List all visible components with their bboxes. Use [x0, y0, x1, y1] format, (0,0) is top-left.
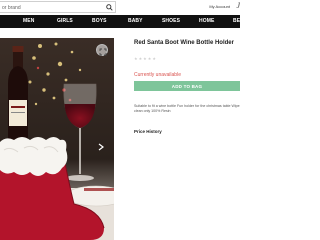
product-page: My Account J MEN GIRLS BOYS BABY SHOES H…	[0, 0, 240, 240]
nav-item-girls[interactable]: GIRLS	[57, 18, 73, 24]
top-bar: My Account J	[0, 0, 240, 15]
rating-stars[interactable]: ★★★★★	[134, 56, 157, 61]
chevron-right-icon	[98, 143, 104, 151]
search-box[interactable]	[0, 1, 116, 13]
product-title: Red Santa Boot Wine Bottle Holder	[134, 40, 234, 46]
price-history-link[interactable]: Price History	[134, 129, 162, 134]
next-image-button[interactable]	[96, 140, 106, 152]
nav-item-baby[interactable]: BABY	[128, 18, 143, 24]
product-image[interactable]	[0, 38, 114, 240]
nav-item-shoes[interactable]: SHOES	[162, 18, 180, 24]
search-input[interactable]	[2, 3, 98, 12]
my-account-link[interactable]: My Account	[209, 4, 230, 9]
product-description: Suitable to fit a wine bottle Fun holder…	[134, 104, 240, 113]
add-to-bag-button[interactable]: ADD TO BAG	[134, 81, 240, 91]
search-button[interactable]	[103, 2, 115, 12]
product-photo	[0, 38, 114, 240]
nav-item-men[interactable]: MEN	[23, 18, 34, 24]
nav-item-home[interactable]: HOME	[199, 18, 214, 24]
availability-status: Currently unavailable	[134, 72, 181, 78]
brand-logo[interactable]: J	[236, 1, 240, 10]
expand-image-button[interactable]	[96, 44, 108, 56]
nav-item-boys[interactable]: BOYS	[92, 18, 107, 24]
nav-item-more[interactable]: BE	[233, 18, 240, 24]
expand-icon	[99, 48, 107, 56]
main-nav: MEN GIRLS BOYS BABY SHOES HOME BE	[0, 15, 240, 28]
search-icon	[105, 3, 113, 11]
